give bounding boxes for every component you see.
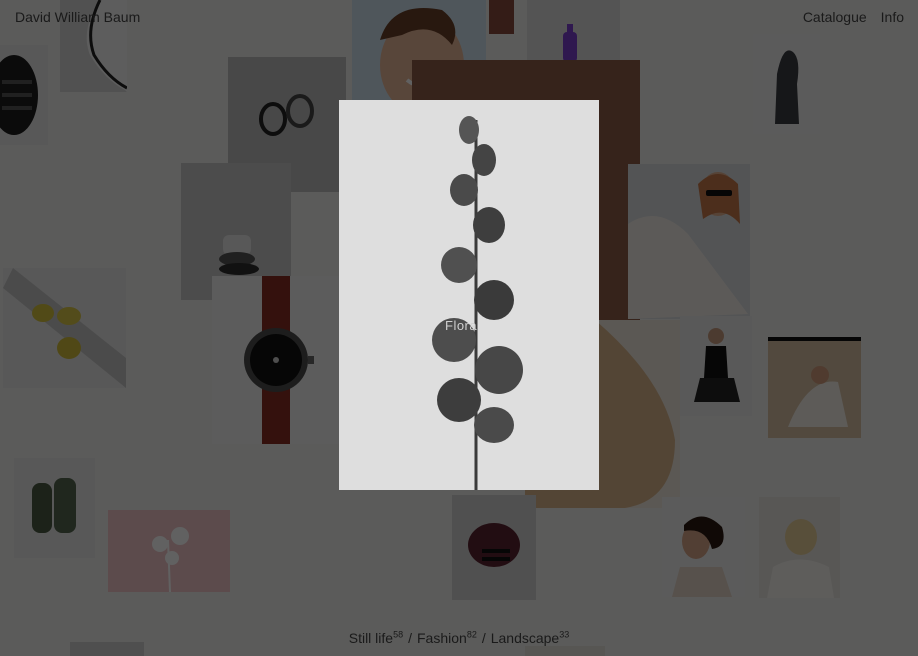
photo-clamps[interactable] (14, 458, 95, 558)
nav-info[interactable]: Info (881, 9, 904, 25)
photo-brown-small[interactable] (489, 0, 514, 34)
category-separator: / (408, 629, 412, 646)
photo-lemons[interactable] (3, 268, 126, 388)
photo-woman-sunglasses[interactable] (628, 164, 750, 319)
photo-pink-orchid[interactable] (108, 510, 230, 592)
category-label: Still life (348, 629, 394, 646)
category-landscape[interactable]: Landscape33 (490, 629, 570, 646)
photo-statue[interactable] (753, 34, 820, 134)
photo-woman-reclining[interactable] (768, 337, 861, 438)
category-count: 58 (393, 629, 404, 639)
photo-bottom-right[interactable] (525, 646, 605, 656)
photo-woman-blonde[interactable] (759, 497, 840, 598)
category-label: Fashion (417, 629, 467, 646)
focus-category-label: Flora (445, 318, 478, 333)
photo-helmet-left[interactable] (0, 45, 48, 145)
category-count: 82 (466, 629, 477, 639)
photo-woman-seated[interactable] (680, 316, 752, 416)
category-still-life[interactable]: Still life58 (348, 629, 404, 646)
category-fashion[interactable]: Fashion82 (417, 629, 477, 646)
site-title[interactable]: David William Baum (15, 9, 140, 25)
category-label: Landscape (490, 629, 560, 646)
photo-purple-bottle[interactable] (527, 0, 620, 62)
photo-football-helmet[interactable] (452, 495, 536, 600)
nav-catalogue[interactable]: Catalogue (803, 9, 867, 25)
category-count: 33 (559, 629, 570, 639)
top-nav: Catalogue Info (803, 9, 904, 25)
photo-flower-main[interactable] (339, 100, 599, 490)
photo-woman-profile[interactable] (662, 497, 745, 597)
category-separator: / (481, 629, 486, 646)
photo-watch[interactable] (212, 276, 339, 444)
category-bar: Still life58/Fashion82/Landscape33 (0, 629, 918, 646)
